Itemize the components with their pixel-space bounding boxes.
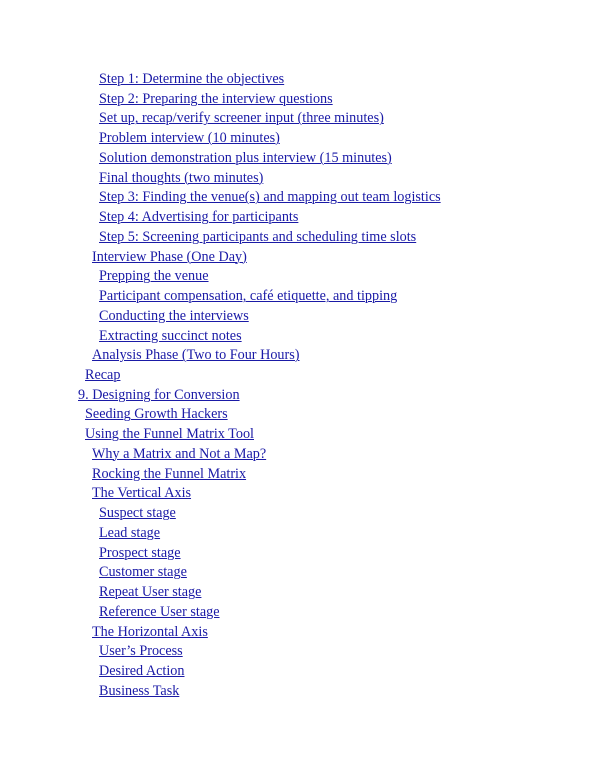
toc-link[interactable]: Prepping the venue <box>99 268 209 284</box>
toc-link[interactable]: Step 1: Determine the objectives <box>99 71 284 87</box>
toc-link[interactable]: Prospect stage <box>99 545 181 561</box>
toc-link[interactable]: Participant compensation, café etiquette… <box>99 288 397 304</box>
toc-entry: Extracting succinct notes <box>0 327 600 347</box>
toc-entry: 9. Designing for Conversion <box>0 386 600 406</box>
toc-link[interactable]: Conducting the interviews <box>99 308 249 324</box>
toc-entry: Solution demonstration plus interview (1… <box>0 149 600 169</box>
toc-entry: The Horizontal Axis <box>0 623 600 643</box>
toc-link[interactable]: Lead stage <box>99 525 160 541</box>
toc-entry: Problem interview (10 minutes) <box>0 129 600 149</box>
toc-entry: User’s Process <box>0 642 600 662</box>
toc-link[interactable]: Repeat User stage <box>99 584 201 600</box>
toc-entry: Prospect stage <box>0 544 600 564</box>
toc-entry: Business Task <box>0 682 600 702</box>
toc-entry: Desired Action <box>0 662 600 682</box>
toc-link[interactable]: The Horizontal Axis <box>92 624 208 640</box>
toc-link[interactable]: Customer stage <box>99 564 187 580</box>
toc-entry: Step 3: Finding the venue(s) and mapping… <box>0 188 600 208</box>
toc-link[interactable]: Suspect stage <box>99 505 176 521</box>
toc-entry: Rocking the Funnel Matrix <box>0 465 600 485</box>
toc-entry: Conducting the interviews <box>0 307 600 327</box>
toc-link[interactable]: Analysis Phase (Two to Four Hours) <box>92 347 299 363</box>
toc-entry: The Vertical Axis <box>0 484 600 504</box>
toc-link[interactable]: Business Task <box>99 683 179 699</box>
toc-link[interactable]: Desired Action <box>99 663 185 679</box>
toc-entry: Final thoughts (two minutes) <box>0 169 600 189</box>
toc-entry: Participant compensation, café etiquette… <box>0 287 600 307</box>
toc-link[interactable]: Seeding Growth Hackers <box>85 406 228 422</box>
toc-entry: Why a Matrix and Not a Map? <box>0 445 600 465</box>
toc-entry: Seeding Growth Hackers <box>0 405 600 425</box>
toc-link[interactable]: Final thoughts (two minutes) <box>99 170 263 186</box>
toc-entry: Reference User stage <box>0 603 600 623</box>
toc-entry: Suspect stage <box>0 504 600 524</box>
toc-entry: Using the Funnel Matrix Tool <box>0 425 600 445</box>
toc-link[interactable]: Using the Funnel Matrix Tool <box>85 426 254 442</box>
toc-entry: Prepping the venue <box>0 267 600 287</box>
toc-entry: Analysis Phase (Two to Four Hours) <box>0 346 600 366</box>
toc-link[interactable]: Problem interview (10 minutes) <box>99 130 280 146</box>
toc-entry: Step 4: Advertising for participants <box>0 208 600 228</box>
toc-entry: Recap <box>0 366 600 386</box>
toc-link[interactable]: Solution demonstration plus interview (1… <box>99 150 392 166</box>
toc-link[interactable]: Rocking the Funnel Matrix <box>92 466 246 482</box>
toc-link[interactable]: Extracting succinct notes <box>99 328 242 344</box>
toc-entry: Customer stage <box>0 563 600 583</box>
table-of-contents: Step 1: Determine the objectives Step 2: … <box>0 70 600 702</box>
toc-entry: Repeat User stage <box>0 583 600 603</box>
toc-entry: Step 2: Preparing the interview question… <box>0 90 600 110</box>
toc-link[interactable]: Reference User stage <box>99 604 220 620</box>
toc-link[interactable]: Step 4: Advertising for participants <box>99 209 298 225</box>
toc-entry: Step 1: Determine the objectives <box>0 70 600 90</box>
toc-entry: Interview Phase (One Day) <box>0 248 600 268</box>
toc-link[interactable]: Why a Matrix and Not a Map? <box>92 446 266 462</box>
toc-entry: Step 5: Screening participants and sched… <box>0 228 600 248</box>
toc-link[interactable]: Step 2: Preparing the interview question… <box>99 91 333 107</box>
toc-entry: Set up, recap/verify screener input (thr… <box>0 109 600 129</box>
toc-link[interactable]: 9. Designing for Conversion <box>78 387 240 403</box>
toc-link[interactable]: Set up, recap/verify screener input (thr… <box>99 110 384 126</box>
toc-link[interactable]: Interview Phase (One Day) <box>92 249 247 265</box>
toc-link[interactable]: The Vertical Axis <box>92 485 191 501</box>
toc-link[interactable]: Step 3: Finding the venue(s) and mapping… <box>99 189 441 205</box>
toc-link[interactable]: User’s Process <box>99 643 183 659</box>
toc-entry: Lead stage <box>0 524 600 544</box>
toc-link[interactable]: Step 5: Screening participants and sched… <box>99 229 416 245</box>
toc-link[interactable]: Recap <box>85 367 120 383</box>
